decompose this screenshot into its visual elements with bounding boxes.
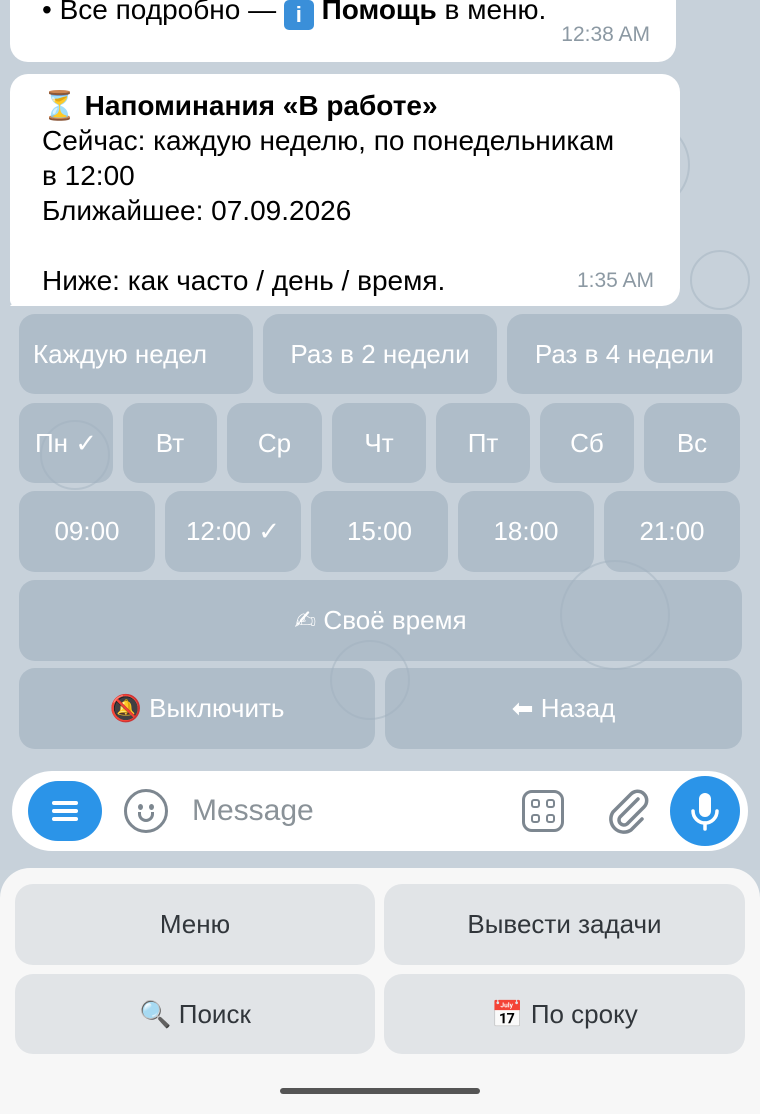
info-icon: i: [283, 0, 314, 30]
every-4-weeks-button[interactable]: Раз в 4 недели: [507, 314, 742, 394]
reply-keyboard: Меню Вывести задачи 🔍 Поиск 📅 По сроку: [0, 868, 760, 1114]
message-time: 1:35 AM: [576, 269, 654, 292]
sticker-grid-icon[interactable]: [522, 790, 564, 832]
hourglass-icon: ⏳: [42, 90, 77, 121]
by-deadline-button[interactable]: 📅 По сроку: [384, 974, 745, 1054]
message-input-bar: [12, 771, 748, 851]
help-link: Помощь: [321, 0, 437, 25]
time-1200-button[interactable]: 12:00 ✓: [165, 491, 301, 572]
message-text: • Все подробно —: [42, 0, 284, 25]
back-button[interactable]: ⬅ Назад: [385, 668, 742, 749]
background-doodle: [690, 250, 750, 310]
menu-button[interactable]: Меню: [15, 884, 375, 965]
search-button[interactable]: 🔍 Поиск: [15, 974, 375, 1054]
message-input[interactable]: [192, 791, 492, 831]
message-bubble-help: • Все подробно — i Помощь в меню. 12:38 …: [10, 0, 676, 62]
chat-background: • Все подробно — i Помощь в меню. 12:38 …: [0, 0, 760, 870]
attach-icon[interactable]: [604, 785, 650, 835]
time-1500-button[interactable]: 15:00: [311, 491, 448, 572]
day-wed-button[interactable]: Ср: [227, 403, 322, 483]
day-sat-button[interactable]: Сб: [540, 403, 634, 483]
time-1800-button[interactable]: 18:00: [458, 491, 594, 572]
emoji-icon[interactable]: [124, 789, 168, 833]
time-2100-button[interactable]: 21:00: [604, 491, 740, 572]
message-text: в меню.: [436, 0, 547, 25]
hint-line: Ниже: как часто / день / время.: [42, 265, 446, 296]
every-week-button[interactable]: Каждую недел: [19, 314, 253, 394]
day-sun-button[interactable]: Вс: [644, 403, 740, 483]
day-mon-button[interactable]: Пн ✓: [19, 403, 113, 483]
message-bubble-reminders: ⏳ Напоминания «В работе» Сейчас: каждую …: [10, 74, 680, 306]
next-date-line: Ближайшее: 07.09.2026: [42, 195, 352, 226]
day-fri-button[interactable]: Пт: [436, 403, 530, 483]
message-time: 12:38 AM: [561, 23, 650, 46]
day-thu-button[interactable]: Чт: [332, 403, 426, 483]
schedule-time-line: в 12:00: [42, 160, 135, 191]
message-title-text: Напоминания «В работе»: [84, 90, 438, 121]
mic-icon[interactable]: [670, 776, 740, 846]
home-indicator[interactable]: [280, 1088, 480, 1094]
message-title: ⏳ Напоминания «В работе»: [42, 88, 656, 123]
bubble-tail: [10, 290, 26, 306]
every-2-weeks-button[interactable]: Раз в 2 недели: [263, 314, 497, 394]
disable-button[interactable]: 🔕 Выключить: [19, 668, 375, 749]
time-0900-button[interactable]: 09:00: [19, 491, 155, 572]
schedule-line: Сейчас: каждую неделю, по понедельникам: [42, 125, 615, 156]
menu-icon[interactable]: [28, 781, 102, 841]
show-tasks-button[interactable]: Вывести задачи: [384, 884, 745, 965]
day-tue-button[interactable]: Вт: [123, 403, 217, 483]
custom-time-button[interactable]: ✍ Своё время: [19, 580, 742, 661]
